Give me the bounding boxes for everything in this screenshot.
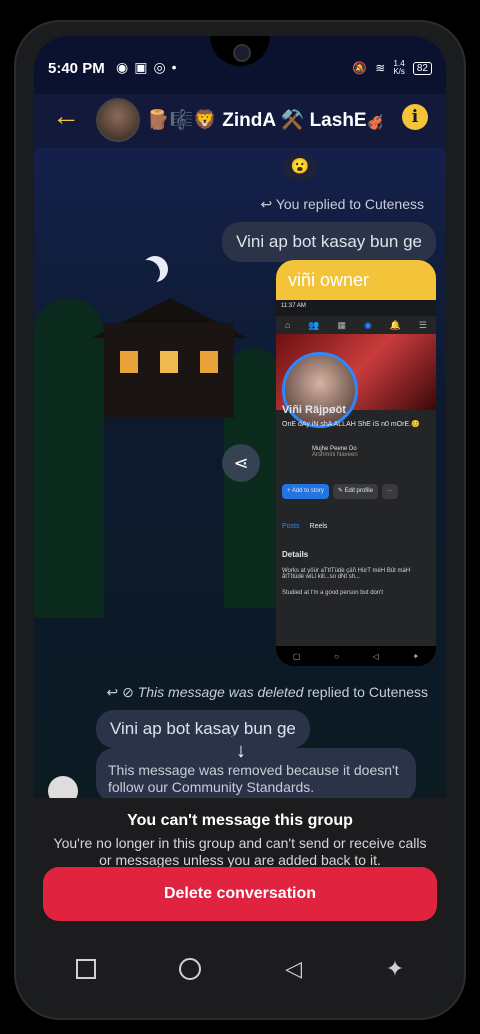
triangle-icon: ◁ — [372, 651, 379, 661]
front-camera — [233, 44, 251, 62]
mute-icon: 🔕 — [352, 61, 368, 75]
deleted-label-mid: was deleted — [228, 684, 304, 700]
reaction-badge[interactable]: 😮 — [283, 154, 317, 180]
fb-nav: ⌂ 👥 ▦ ◉ 🔔 ☰ — [276, 316, 436, 334]
circle-icon: ○ — [334, 651, 339, 661]
fb-profile-bio: OnE dAy iN shA ALLAH ShE iS n0 mOrE.😊 — [282, 421, 420, 428]
tree-illustration — [34, 298, 104, 618]
fb-actions: + Add to story ✎ Edit profile ··· — [282, 484, 398, 499]
fb-system-nav: ▢ ○ ◁ ✦ — [276, 646, 436, 666]
fb-tabs: Posts Reels — [282, 523, 327, 530]
recent-apps-icon[interactable] — [75, 959, 96, 979]
fb-add-story-button: + Add to story — [282, 484, 329, 499]
shared-screenshot: 11:37 AM ⌂ 👥 ▦ ◉ 🔔 ☰ Viñi Räjpøöt OnE dA… — [276, 300, 436, 666]
reply-icon: ↩ ⊘ — [106, 684, 138, 700]
house-illustration — [104, 323, 234, 418]
share-icon[interactable]: ⋖ — [222, 444, 260, 482]
menu-icon: ☰ — [418, 319, 427, 330]
bell-icon: 🔔 — [389, 319, 401, 330]
group-title[interactable]: 🪵🎼🦁 ZindA ⚒️ LashE🎻 — [146, 108, 382, 132]
fb-edit-profile-button: ✎ Edit profile — [332, 484, 378, 499]
net-speed-unit: K/s — [393, 67, 405, 76]
square-icon: ▢ — [292, 651, 301, 661]
notification-icons: ◉▣◎• — [116, 59, 183, 75]
fb-status-bar: 11:37 AM — [276, 300, 436, 316]
net-speed: 1.4 K/s — [393, 60, 405, 76]
fb-details-heading: Details — [282, 550, 309, 559]
accessibility-icon[interactable]: ✦ — [386, 956, 404, 982]
message-thread[interactable]: 😮 ↩ You replied to Cuteness Vini ap bot … — [34, 148, 446, 798]
fb-profile-name: Viñi Räjpøöt — [282, 404, 346, 416]
deleted-label-suffix: replied to Cuteness — [307, 684, 428, 700]
house-window — [120, 351, 138, 373]
group-avatar[interactable] — [96, 98, 140, 142]
accessibility-icon: ✦ — [412, 651, 420, 661]
market-icon: ▦ — [337, 319, 347, 330]
wifi-icon: ≋ — [375, 61, 386, 75]
home-icon: ⌂ — [284, 320, 291, 330]
sender-avatar[interactable] — [48, 776, 78, 798]
fb-more-button: ··· — [381, 484, 398, 499]
fb-tab-posts: Posts — [282, 523, 300, 530]
blocked-subtitle: You're no longer in this group and can't… — [53, 835, 427, 868]
fb-song: Mujhe Peene Do Arshmini Naveen — [282, 446, 430, 468]
reply-icon: ↩ — [260, 196, 273, 212]
status-right: 🔕 ≋ 1.4 K/s 82 — [352, 60, 432, 76]
delete-conversation-button[interactable]: Delete conversation — [43, 867, 437, 921]
fb-profile-photo — [282, 352, 358, 428]
moon-illustration — [134, 260, 160, 286]
house-window — [200, 351, 218, 373]
profile-icon: ◉ — [363, 319, 372, 330]
image-caption: viñi owner — [276, 260, 436, 300]
status-time: 5:40 PM — [48, 60, 105, 77]
blocked-title: You can't message this group — [127, 812, 353, 829]
scroll-down-icon[interactable]: ↓ — [224, 734, 258, 768]
screen: 5:40 PM ◉▣◎• 🔕 ≋ 1.4 K/s 82 ← 🪵🎼🦁 ZindA … — [34, 36, 446, 996]
reply-label: ↩ You replied to Cuteness — [260, 196, 424, 213]
system-nav-bar: ◁ ✦ — [34, 942, 446, 996]
back-nav-icon[interactable]: ◁ — [285, 956, 302, 982]
battery-indicator: 82 — [412, 61, 432, 75]
house-window — [160, 351, 178, 373]
fb-detail-work: Works at yöür aTtITüdè çäñ HürT mèH Bût … — [282, 568, 411, 580]
deleted-label-prefix: This message — [137, 684, 225, 700]
blocked-banner: You can't message this group You're no l… — [34, 798, 446, 996]
chat-header: ← 🪵🎼🦁 ZindA ⚒️ LashE🎻 i — [34, 94, 446, 148]
image-message[interactable]: viñi owner 11:37 AM ⌂ 👥 ▦ ◉ 🔔 ☰ Viñi Räj… — [276, 260, 436, 666]
fb-cover-photo — [276, 334, 436, 428]
info-icon[interactable]: i — [402, 104, 428, 130]
deleted-reply-label: ↩ ⊘ This message was deleted replied to … — [106, 684, 428, 701]
fb-detail-study: Studied at I'm a good person but don't — [282, 590, 384, 596]
incoming-message[interactable]: Vini ap bot kasay bun ge — [96, 710, 310, 748]
friends-icon: 👥 — [308, 319, 320, 330]
home-button-icon[interactable] — [179, 958, 202, 980]
back-arrow-icon[interactable]: ← — [52, 100, 80, 132]
fb-tab-reels: Reels — [309, 523, 328, 530]
fb-song-artist: Arshmini Naveen — [312, 452, 358, 458]
outgoing-message[interactable]: Vini ap bot kasay bun ge — [222, 222, 436, 262]
reply-label-text: You replied to Cuteness — [275, 196, 424, 212]
